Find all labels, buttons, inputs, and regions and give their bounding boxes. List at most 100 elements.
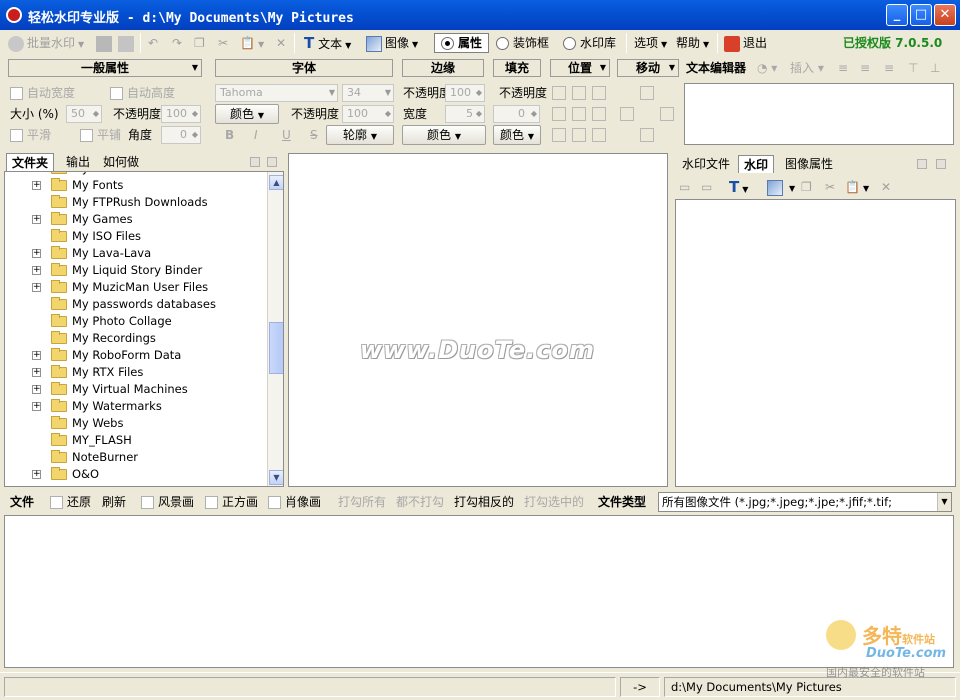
cut-icon[interactable]: ✂ <box>218 31 228 55</box>
auto-height-checkbox[interactable]: 自动高度 <box>110 84 175 102</box>
tab-watermark[interactable]: 水印 <box>738 155 775 173</box>
position-grid-cell[interactable] <box>572 128 586 142</box>
position-grid-cell[interactable] <box>552 107 566 121</box>
delete-icon[interactable]: ✕ <box>276 31 286 55</box>
file-type-select[interactable]: 所有图像文件 (*.jpg;*.jpeg;*.jpe;*.jfif;*.tif;… <box>658 492 952 512</box>
pin-icon[interactable] <box>917 159 927 169</box>
tree-item[interactable]: + My RoboForm Data <box>5 347 265 364</box>
tree-item[interactable]: + My Virtual Machines <box>5 381 265 398</box>
float-icon[interactable] <box>936 159 946 169</box>
copy-icon[interactable]: ❐ <box>194 31 205 55</box>
tree-item[interactable]: MY_FLASH <box>5 432 265 449</box>
expand-icon[interactable]: + <box>32 266 41 275</box>
open-icon[interactable]: ▭ <box>701 175 712 199</box>
expand-icon[interactable]: + <box>32 249 41 258</box>
tree-item[interactable]: + My Games <box>5 211 265 228</box>
revert-checkbox[interactable]: 还原 <box>50 493 91 511</box>
tree-item[interactable]: NoteBurner <box>5 449 265 466</box>
font-name-select[interactable]: Tahoma ▼ <box>215 84 338 102</box>
move-dropdown[interactable]: 移动 ▼ <box>617 59 679 77</box>
print-icon[interactable] <box>118 31 137 55</box>
move-down-icon[interactable] <box>640 128 654 142</box>
redo-icon[interactable]: ↷ <box>172 31 182 55</box>
tab-image-properties[interactable]: 图像属性 <box>785 155 833 173</box>
align-bottom-icon[interactable]: ⊥ <box>930 59 940 77</box>
undo-icon[interactable]: ↶ <box>148 31 158 55</box>
move-left-icon[interactable] <box>620 107 634 121</box>
position-grid-cell[interactable] <box>592 107 606 121</box>
edge-width-field[interactable]: 5 ◆ <box>445 105 485 123</box>
paste-icon[interactable]: 📋 ▼ <box>845 175 869 199</box>
position-grid-cell[interactable] <box>552 128 566 142</box>
smooth-checkbox[interactable]: 平滑 <box>10 126 51 144</box>
align-center-icon[interactable]: ≡ <box>860 59 870 77</box>
tab-folders[interactable]: 文件夹 <box>6 153 55 171</box>
tree-item[interactable]: + My Watermarks <box>5 398 265 415</box>
align-right-icon[interactable]: ≡ <box>884 59 894 77</box>
text-editor-area[interactable] <box>684 83 954 145</box>
paste-icon[interactable]: 📋 ▼ <box>240 31 264 55</box>
expand-icon[interactable]: + <box>32 470 41 479</box>
tile-checkbox[interactable]: 平铺 <box>80 126 121 144</box>
tree-item[interactable]: + My Liquid Story Binder <box>5 262 265 279</box>
check-selected-button[interactable]: 打勾选中的 <box>524 493 584 511</box>
fill-value-field[interactable]: 0 ◆ <box>493 105 540 123</box>
landscape-checkbox[interactable]: 风景画 <box>141 493 194 511</box>
edge-color-button[interactable]: 颜色 ▼ <box>402 125 486 145</box>
font-size-select[interactable]: 34 ▼ <box>342 84 394 102</box>
property-radio[interactable]: 属性 <box>434 33 490 53</box>
watermark-lib-radio[interactable]: 水印库 <box>563 31 616 55</box>
minimize-button[interactable]: _ <box>886 4 908 26</box>
text-icon[interactable]: T ▼ <box>729 175 748 199</box>
scroll-down-icon[interactable]: ▼ <box>269 470 283 485</box>
text-button[interactable]: T 文本 ▼ <box>304 31 351 55</box>
tree-scrollbar[interactable]: ▲ ▼ <box>267 172 283 486</box>
fill-color-button[interactable]: 颜色 ▼ <box>493 125 541 145</box>
delete-icon[interactable]: ✕ <box>881 175 891 199</box>
underline-button[interactable]: U <box>282 126 291 144</box>
check-inverse-button[interactable]: 打勾相反的 <box>454 493 514 511</box>
tree-item[interactable]: + O&O <box>5 466 265 483</box>
tree-item[interactable]: My Webs <box>5 415 265 432</box>
tree-item[interactable]: My Photo Collage <box>5 313 265 330</box>
move-right-icon[interactable] <box>660 107 674 121</box>
angle-field[interactable]: 0 ◆ <box>161 126 201 144</box>
image-icon[interactable]: ▼ <box>767 175 795 199</box>
expand-icon[interactable]: + <box>32 351 41 360</box>
size-field[interactable]: 50 ◆ <box>66 105 102 123</box>
batch-watermark-button[interactable]: 批量水印 ▼ <box>8 31 84 55</box>
tree-item[interactable]: + My MuzicMan User Files <box>5 279 265 296</box>
position-grid-cell[interactable] <box>572 86 586 100</box>
portrait-checkbox[interactable]: 肖像画 <box>268 493 321 511</box>
tab-output[interactable]: 输出 <box>66 153 90 171</box>
tree-item[interactable]: My passwords databases <box>5 296 265 313</box>
tab-watermark-files[interactable]: 水印文件 <box>682 155 730 173</box>
options-menu[interactable]: 选项 ▼ <box>634 31 667 55</box>
bold-button[interactable]: B <box>225 126 234 144</box>
tree-item[interactable]: + My RTX Files <box>5 364 265 381</box>
tree-item[interactable]: My ISO Files <box>5 228 265 245</box>
cut-icon[interactable]: ✂ <box>825 175 835 199</box>
preview-canvas[interactable] <box>288 153 668 487</box>
frame-radio[interactable]: 装饰框 <box>496 31 549 55</box>
outline-button[interactable]: 轮廓 ▼ <box>326 125 394 145</box>
exit-button[interactable]: 退出 <box>724 31 767 55</box>
move-up-icon[interactable] <box>640 86 654 100</box>
float-icon[interactable] <box>267 157 277 167</box>
close-button[interactable]: ✕ <box>934 4 956 26</box>
strikethrough-button[interactable]: S <box>310 126 318 144</box>
square-checkbox[interactable]: 正方画 <box>205 493 258 511</box>
scroll-thumb[interactable] <box>269 322 283 374</box>
italic-button[interactable]: I <box>254 126 258 144</box>
edge-opacity-field[interactable]: 100 ◆ <box>445 84 485 102</box>
general-props-dropdown[interactable]: 一般属性 ▼ <box>8 59 202 77</box>
expand-icon[interactable]: + <box>32 402 41 411</box>
general-opacity-field[interactable]: 100 ◆ <box>161 105 201 123</box>
tree-item[interactable]: My Recordings <box>5 330 265 347</box>
tab-how-to[interactable]: 如何做 <box>103 153 139 171</box>
save-icon[interactable] <box>96 31 115 55</box>
pin-icon[interactable] <box>250 157 260 167</box>
tree-item[interactable]: + My Lava-Lava <box>5 245 265 262</box>
expand-icon[interactable]: + <box>32 283 41 292</box>
help-menu[interactable]: 帮助 ▼ <box>676 31 709 55</box>
